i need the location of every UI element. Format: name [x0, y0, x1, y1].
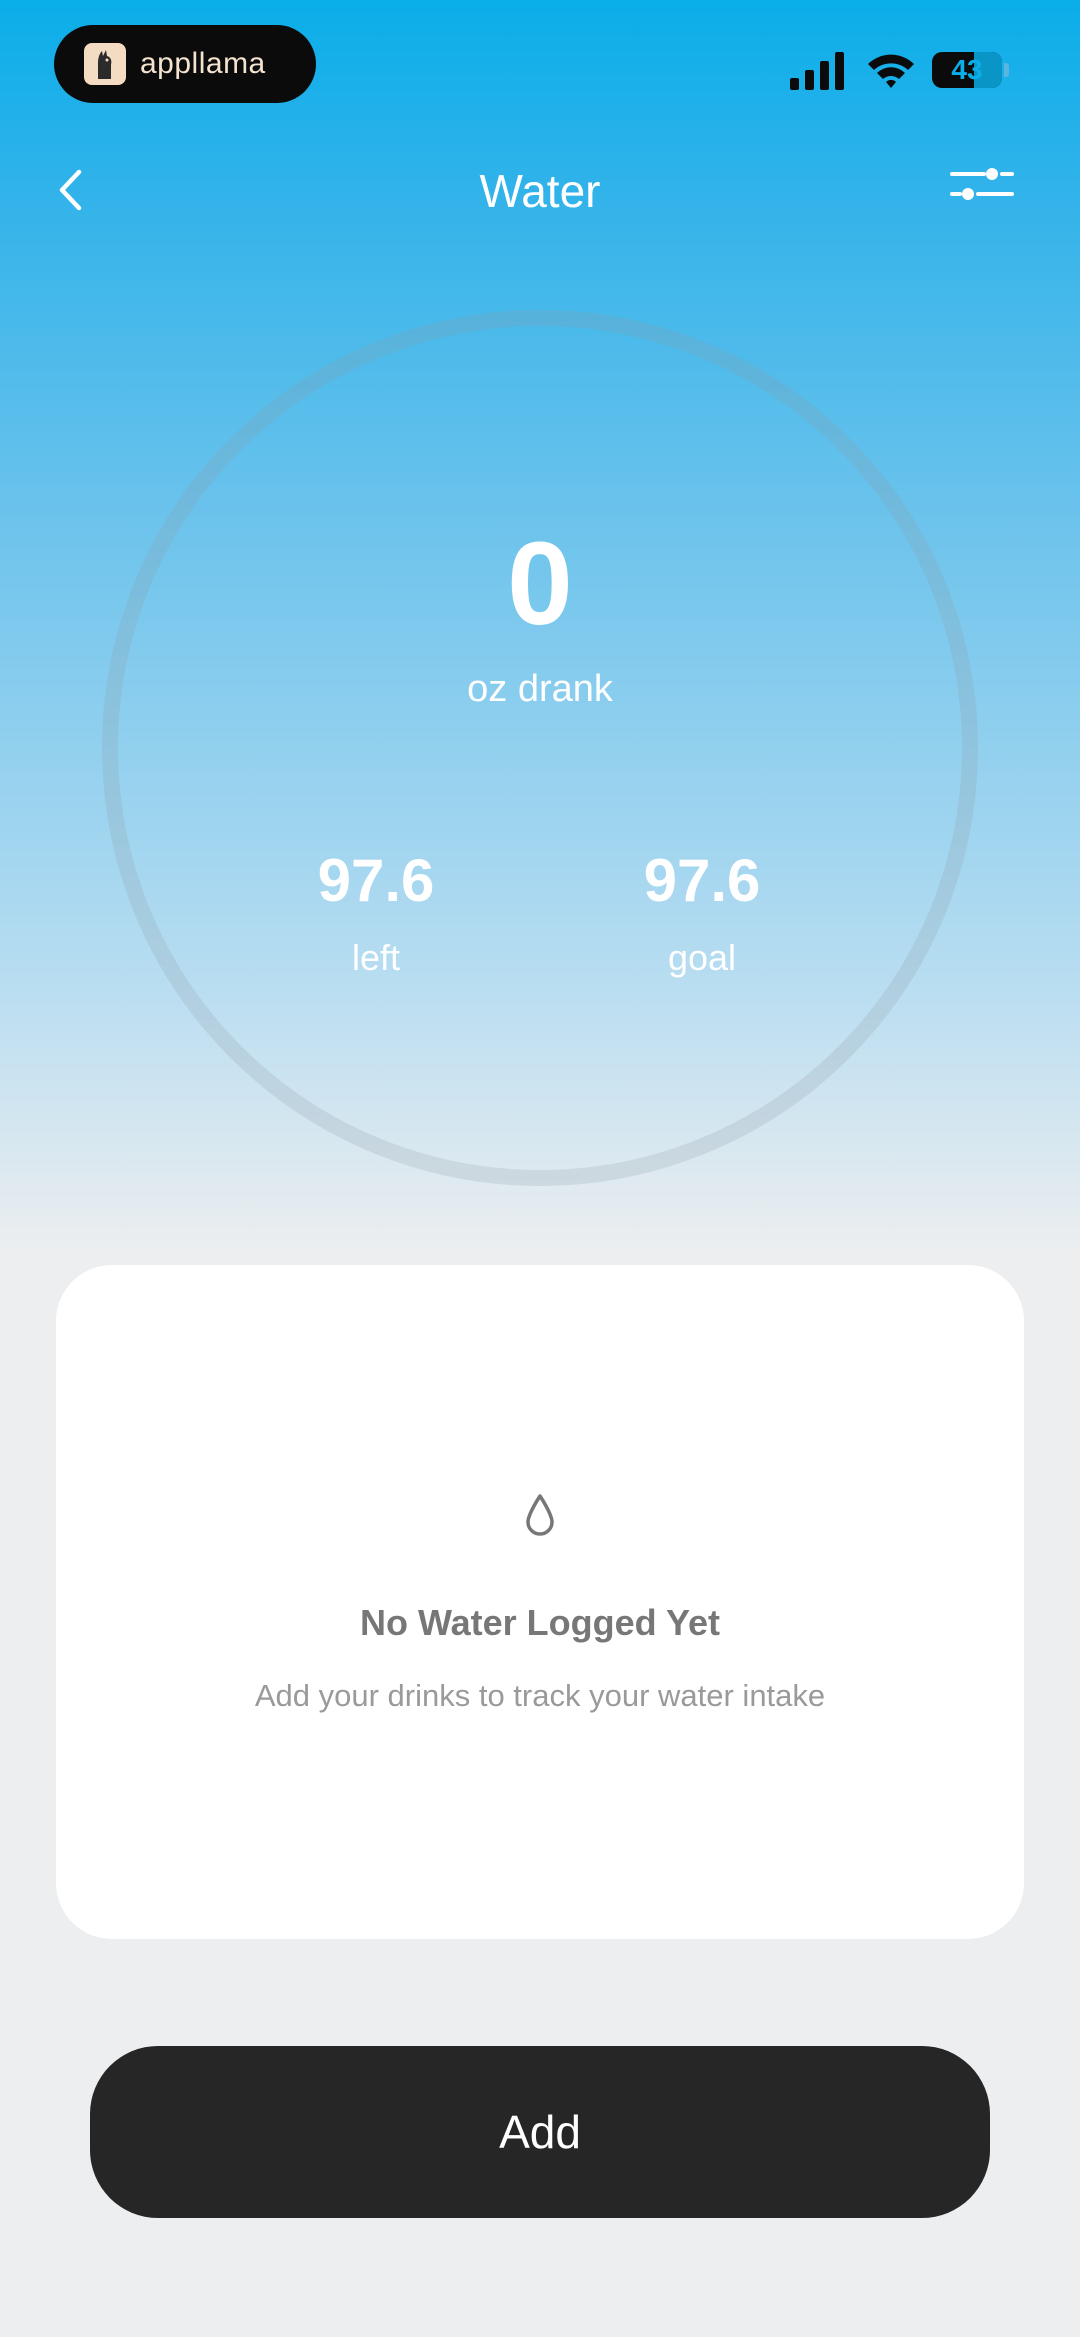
left-stat: 97.6 left: [226, 846, 526, 979]
empty-state-title: No Water Logged Yet: [359, 1602, 721, 1643]
status-bar: appllama 43: [0, 0, 1080, 130]
goal-stat: 97.6 goal: [552, 846, 852, 979]
left-label: left: [351, 937, 401, 978]
llama-logo-icon: [84, 43, 126, 85]
battery-icon: 43: [932, 52, 1002, 88]
left-value: 97.6: [317, 847, 435, 914]
header: Water: [0, 140, 1080, 240]
add-button[interactable]: Add: [90, 2046, 990, 2218]
page-title: Water: [479, 165, 601, 217]
sliders-icon: [950, 168, 1014, 200]
battery-level-text: 43: [951, 54, 983, 85]
goal-value: 97.6: [643, 847, 761, 914]
app-pill[interactable]: appllama: [54, 25, 316, 103]
empty-state-subtitle: Add your drinks to track your water inta…: [254, 1678, 826, 1713]
drank-value: 0: [507, 518, 573, 650]
water-drop-icon: [526, 1494, 554, 1536]
app-pill-label: appllama: [140, 47, 266, 80]
settings-button[interactable]: [950, 162, 1034, 222]
progress-ring: [102, 310, 978, 1186]
goal-label: goal: [667, 937, 737, 978]
battery-tip: [1004, 63, 1009, 77]
signal-icon: [790, 52, 844, 90]
wifi-icon: [868, 54, 914, 88]
drank-label: oz drank: [467, 668, 613, 710]
